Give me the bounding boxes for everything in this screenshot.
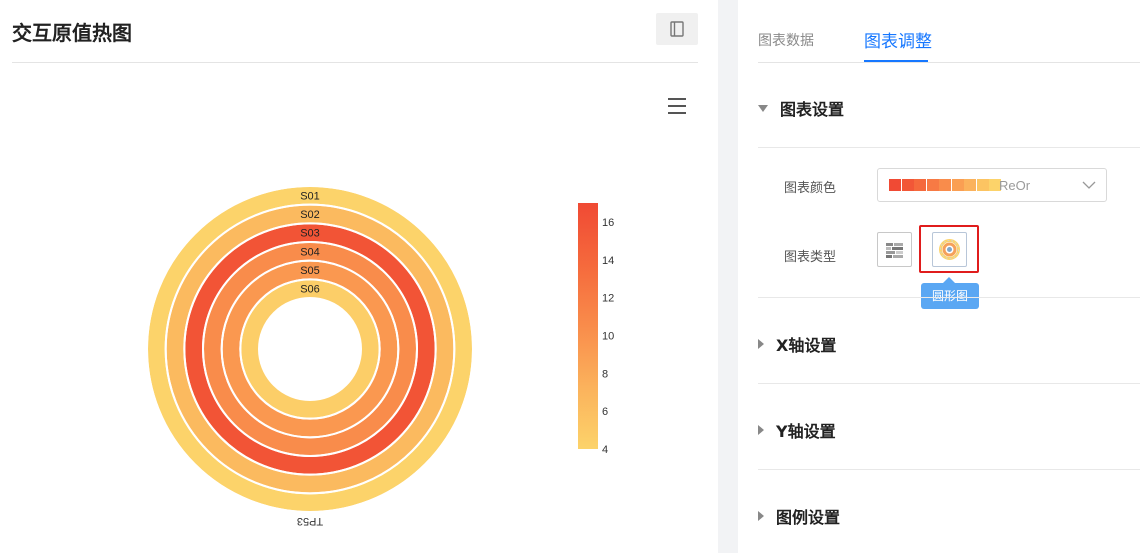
visual-map-tick: 4 <box>602 444 608 456</box>
caret-right-icon <box>758 425 764 435</box>
visual-map-tick: 8 <box>602 368 608 380</box>
document-icon <box>670 21 684 37</box>
visual-map-tick: 6 <box>602 406 608 418</box>
section-divider <box>758 147 1140 148</box>
color-swatch <box>976 179 989 191</box>
page-title: 交互原值热图 <box>12 21 132 45</box>
visual-map-tick: 16 <box>602 217 614 229</box>
ring-label: S05 <box>300 265 320 277</box>
ring-label: S04 <box>300 246 320 258</box>
color-swatch <box>901 179 914 191</box>
ring-label: S01 <box>300 190 320 202</box>
color-swatch <box>951 179 964 191</box>
color-swatch <box>926 179 939 191</box>
tab-chart-data[interactable]: 图表数据 <box>758 30 814 50</box>
section-label: 图表设置 <box>780 100 845 119</box>
heatmap-type-button[interactable] <box>877 232 912 267</box>
section-legend[interactable]: 图例设置 <box>758 504 1140 527</box>
ring-separator <box>239 278 381 420</box>
visual-map-tick: 14 <box>602 255 614 267</box>
caret-down-icon <box>758 104 768 112</box>
heatmap-grid-icon <box>886 243 903 258</box>
category-label: TP53 <box>297 515 323 527</box>
ring-label: S03 <box>300 228 320 240</box>
color-scheme-select[interactable]: ReOr <box>877 168 1107 202</box>
caret-right-icon <box>758 511 764 521</box>
heatmap-ring-s06 <box>241 280 379 418</box>
panel-gutter <box>718 0 738 553</box>
section-chart-settings[interactable]: 图表设置 <box>758 96 1140 119</box>
section-label: Y轴设置 <box>776 422 836 441</box>
chevron-down-icon <box>1082 181 1096 189</box>
selection-highlight <box>919 225 979 273</box>
section-label: 图例设置 <box>776 508 841 527</box>
color-swatch <box>914 179 926 191</box>
color-swatch <box>889 179 901 191</box>
ring-label: S02 <box>300 209 320 221</box>
color-label: 图表颜色 <box>784 181 837 196</box>
visual-map-tick: 10 <box>602 330 614 342</box>
color-swatch-strip <box>889 179 1002 191</box>
tab-chart-adjust[interactable]: 图表调整 <box>864 27 932 52</box>
section-label: X轴设置 <box>776 336 837 355</box>
visual-map-tick: 12 <box>602 293 614 305</box>
ring-label: S06 <box>300 284 320 296</box>
visual-map-bar <box>578 203 598 449</box>
section-divider <box>758 469 1140 470</box>
document-button[interactable] <box>656 13 698 45</box>
circular-heatmap-chart: S01 S02 S03 S04 S05 S06 TP53 16 14 12 10 8 6 4 <box>146 185 614 527</box>
chart-panel: 交互原值热图 S01 S02 S03 S04 S05 S06 TP53 16 14 12 10 8 6 4 <box>0 0 718 553</box>
section-x-axis[interactable]: X轴设置 <box>758 332 1140 355</box>
section-y-axis[interactable]: Y轴设置 <box>758 418 1140 441</box>
color-swatch <box>964 179 976 191</box>
chart-type-tooltip: 圆形图 <box>921 283 979 309</box>
color-scheme-value: ReOr <box>999 178 1031 193</box>
caret-right-icon <box>758 339 764 349</box>
color-swatch <box>939 179 951 191</box>
section-divider <box>758 297 1140 298</box>
settings-panel: 图表数据 图表调整 图表设置 图表颜色 ReOr 图表类型 圆形图 X轴设置 Y… <box>738 0 1140 553</box>
tab-divider <box>758 62 1140 63</box>
type-label: 图表类型 <box>784 250 837 265</box>
section-divider <box>758 383 1140 384</box>
